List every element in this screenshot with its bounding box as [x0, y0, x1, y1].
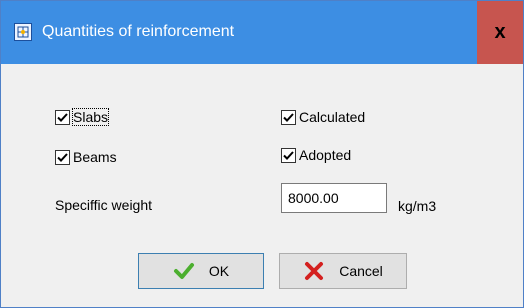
- checkbox-box[interactable]: [55, 109, 70, 125]
- slabs-label: Slabs: [71, 108, 110, 126]
- x-icon: [305, 262, 324, 280]
- checkbox-box[interactable]: [55, 149, 70, 165]
- checkbox-box[interactable]: [281, 109, 296, 125]
- ok-button[interactable]: OK: [138, 253, 264, 289]
- beams-label: Beams: [73, 149, 117, 165]
- dialog-window: Quantities of reinforcement x Slabs Beam…: [0, 0, 524, 308]
- close-icon: x: [494, 21, 506, 43]
- cancel-button[interactable]: Cancel: [279, 253, 407, 289]
- adopted-label: Adopted: [299, 147, 352, 163]
- app-icon: [14, 23, 32, 41]
- cancel-label: Cancel: [339, 263, 383, 279]
- beams-checkbox[interactable]: Beams: [55, 147, 117, 167]
- weight-unit-label: kg/m3: [398, 198, 437, 214]
- adopted-checkbox[interactable]: Adopted: [281, 145, 351, 165]
- close-button[interactable]: x: [477, 1, 523, 64]
- specific-weight-label: Speciffic weight: [55, 197, 153, 213]
- window-title: Quantities of reinforcement: [42, 23, 235, 40]
- title-bar[interactable]: Quantities of reinforcement x: [1, 1, 523, 64]
- checkbox-box[interactable]: [281, 147, 296, 163]
- calculated-label: Calculated: [299, 109, 366, 125]
- slabs-checkbox[interactable]: Slabs: [55, 107, 110, 127]
- specific-weight-input[interactable]: [281, 183, 387, 213]
- ok-label: OK: [208, 263, 230, 279]
- checkmark-icon: [173, 263, 194, 279]
- calculated-checkbox[interactable]: Calculated: [281, 107, 365, 127]
